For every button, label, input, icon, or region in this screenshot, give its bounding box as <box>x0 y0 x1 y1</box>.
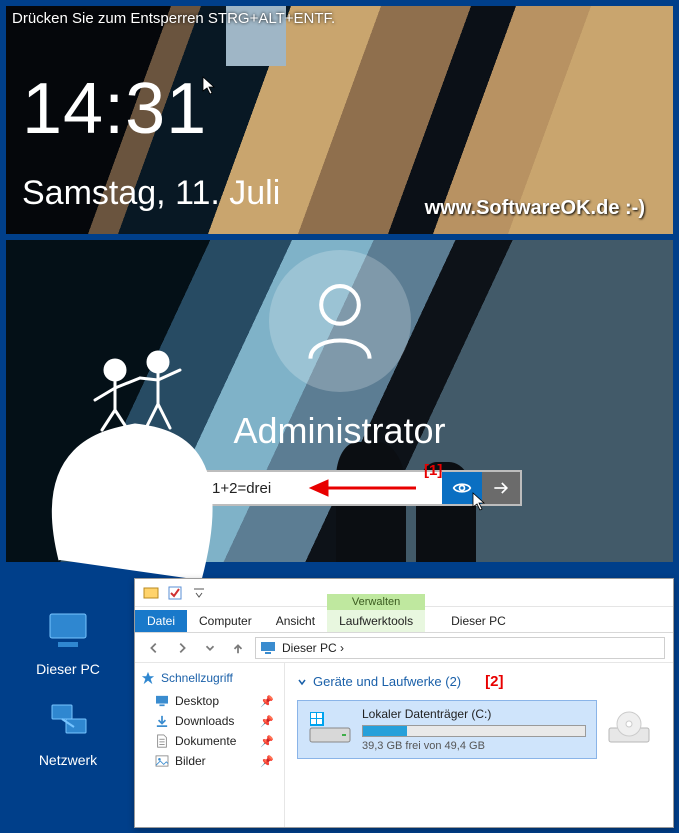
lock-time: 14:31 <box>22 68 207 150</box>
password-input[interactable] <box>204 472 442 504</box>
unlock-hint: Drücken Sie zum Entsperren STRG+ALT+ENTF… <box>12 10 335 27</box>
pictures-icon <box>155 755 169 767</box>
desktop-icon-this-pc[interactable]: Dieser PC <box>22 610 114 677</box>
tab-file[interactable]: Datei <box>135 610 187 632</box>
desktop-folder-icon <box>155 695 169 707</box>
pc-icon <box>260 641 276 655</box>
eye-icon <box>452 478 472 498</box>
tab-drive-tools[interactable]: Verwalten Laufwerktools <box>327 610 425 632</box>
sidebar-item-label: Bilder <box>175 754 206 768</box>
cursor-icon <box>472 492 488 517</box>
pin-icon: 📌 <box>260 755 274 768</box>
sidebar-item-label: Desktop <box>175 694 219 708</box>
sidebar-quick-access[interactable]: Schnellzugriff <box>141 671 278 685</box>
star-icon <box>141 671 155 685</box>
tab-computer[interactable]: Computer <box>187 610 264 632</box>
drive-name: Lokaler Datenträger (C:) <box>362 707 586 721</box>
annotation-1: [1] <box>424 462 442 479</box>
explorer-app-icon <box>143 585 159 601</box>
lock-screen-panel: Drücken Sie zum Entsperren STRG+ALT+ENTF… <box>6 6 673 234</box>
document-icon <box>155 734 169 748</box>
login-panel: Administrator [1] <box>6 240 673 562</box>
arrow-right-icon <box>491 478 511 498</box>
desktop-icon-label: Dieser PC <box>22 661 114 677</box>
nav-recent-button[interactable] <box>199 637 221 659</box>
qat-dropdown-icon[interactable] <box>191 585 207 601</box>
desktop-icon-label: Netzwerk <box>22 752 114 768</box>
tab-drive-tools-label: Laufwerktools <box>339 614 413 628</box>
pin-icon: 📌 <box>260 715 274 728</box>
ribbon-tabs: Datei Computer Ansicht Verwalten Laufwer… <box>135 607 673 633</box>
sidebar-item-downloads[interactable]: Downloads 📌 <box>141 711 278 731</box>
downloads-icon <box>155 715 169 727</box>
pin-icon: 📌 <box>260 695 274 708</box>
chevron-down-icon <box>297 677 307 687</box>
drive-usage-bar <box>362 725 586 737</box>
context-tab-heading: Verwalten <box>327 594 425 610</box>
sidebar-item-label: Dokumente <box>175 734 236 748</box>
nav-back-button[interactable] <box>143 637 165 659</box>
tab-view[interactable]: Ansicht <box>264 610 327 632</box>
desktop-icon-network[interactable]: Netzwerk <box>22 701 114 768</box>
group-heading-label: Geräte und Laufwerke (2) <box>313 674 461 689</box>
sidebar-item-pictures[interactable]: Bilder 📌 <box>141 751 278 771</box>
sidebar-item-desktop[interactable]: Desktop 📌 <box>141 691 278 711</box>
drive-usage-fill <box>363 726 407 736</box>
nav-forward-button[interactable] <box>171 637 193 659</box>
watermark-text: www.SoftwareOK.de :-) <box>425 197 645 220</box>
drive-local-c[interactable]: Lokaler Datenträger (C:) 39,3 GB frei vo… <box>297 700 597 759</box>
login-username: Administrator <box>6 410 673 452</box>
explorer-content: Geräte und Laufwerke (2) [2] <box>285 663 673 827</box>
drive-free-text: 39,3 GB frei von 49,4 GB <box>362 740 586 752</box>
breadcrumb[interactable]: Dieser PC › <box>282 641 344 655</box>
drive-icon <box>308 710 352 749</box>
optical-drive-icon[interactable] <box>607 710 651 749</box>
sidebar-heading-label: Schnellzugriff <box>161 671 233 685</box>
network-icon <box>44 701 92 741</box>
user-icon <box>297 278 383 364</box>
window-location-label: Dieser PC <box>439 610 518 632</box>
lock-date: Samstag, 11. Juli <box>22 174 280 213</box>
address-bar[interactable]: Dieser PC › <box>255 637 665 659</box>
user-avatar <box>269 250 411 392</box>
annotation-2: [2] <box>485 673 503 690</box>
group-devices-drives[interactable]: Geräte und Laufwerke (2) <box>297 674 461 689</box>
file-explorer-window: Datei Computer Ansicht Verwalten Laufwer… <box>134 578 674 828</box>
desktop-region: Dieser PC Netzwerk <box>0 570 679 833</box>
explorer-sidebar: Schnellzugriff Desktop 📌 Downloads 📌 Dok… <box>135 663 285 827</box>
pc-icon <box>44 610 92 650</box>
properties-icon[interactable] <box>167 585 183 601</box>
nav-up-button[interactable] <box>227 637 249 659</box>
cursor-icon <box>202 76 218 101</box>
sidebar-item-label: Downloads <box>175 714 234 728</box>
pin-icon: 📌 <box>260 735 274 748</box>
sidebar-item-documents[interactable]: Dokumente 📌 <box>141 731 278 751</box>
address-bar-row: Dieser PC › <box>135 633 673 663</box>
